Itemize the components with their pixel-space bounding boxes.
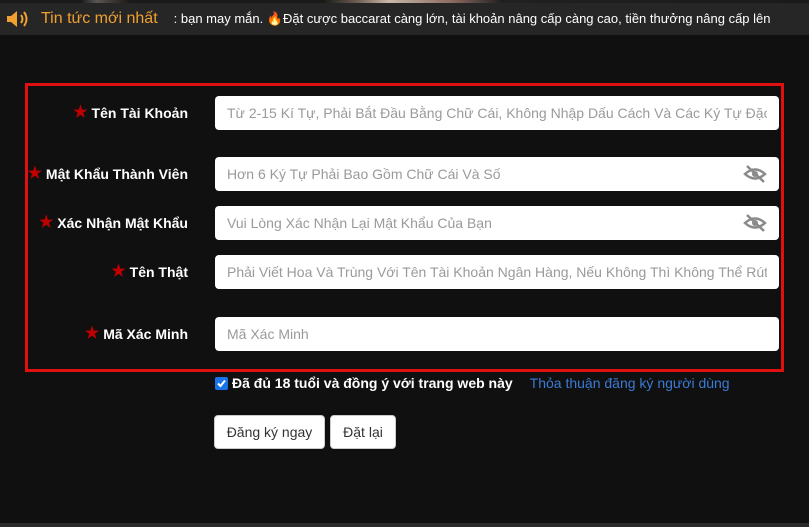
agreement-row: Đã đủ 18 tuổi và đồng ý với trang web nà… (215, 374, 730, 392)
required-star-icon: ★ (27, 165, 42, 182)
required-star-icon: ★ (73, 104, 88, 121)
field-row-real-name: ★ Tên Thật Phải Viết Hoa Và Trùng Với Tê… (28, 255, 781, 289)
field-row-verification-code: ★ Mã Xác Minh Mã Xác Minh (28, 317, 781, 351)
required-star-icon: ★ (38, 214, 54, 231)
field-label: ★ Tên Thật (111, 263, 188, 281)
news-bar: Tin tức mới nhất : bạn may mắn. 🔥Đặt cượ… (0, 3, 809, 35)
confirm-password-input[interactable]: Vui Lòng Xác Nhận Lại Mật Khẩu Của Bạn (215, 206, 779, 240)
field-label: ★ Tên Tài Khoản (73, 104, 188, 122)
username-input[interactable]: Từ 2-15 Kí Tự, Phải Bắt Đầu Bằng Chữ Cái… (215, 96, 779, 130)
bottom-bar (0, 523, 809, 527)
checkmark-icon (217, 379, 226, 387)
registration-form: ★ Tên Tài Khoản Từ 2-15 Kí Tự, Phải Bắt … (25, 83, 784, 372)
field-row-password: ★ Mật Khẩu Thành Viên Hơn 6 Ký Tự Phải B… (28, 157, 781, 191)
field-label: ★ Xác Nhận Mật Khẩu (38, 214, 188, 232)
field-row-username: ★ Tên Tài Khoản Từ 2-15 Kí Tự, Phải Bắt … (28, 96, 781, 130)
real-name-input[interactable]: Phải Viết Hoa Và Trùng Với Tên Tài Khoản… (215, 255, 779, 289)
terms-link[interactable]: Thỏa thuận đăng ký người dùng (530, 375, 730, 391)
agree-checkbox[interactable] (215, 376, 228, 390)
required-star-icon: ★ (111, 263, 126, 280)
reset-button[interactable]: Đặt lại (330, 415, 396, 449)
speaker-icon (5, 9, 35, 29)
eye-slash-icon[interactable] (743, 164, 767, 184)
field-label: ★ Mật Khẩu Thành Viên (27, 165, 188, 183)
verification-code-input[interactable]: Mã Xác Minh (215, 317, 779, 351)
field-label: ★ Mã Xác Minh (84, 325, 188, 343)
eye-slash-icon[interactable] (743, 213, 767, 233)
news-title: Tin tức mới nhất (41, 10, 158, 27)
agreement-text: Đã đủ 18 tuổi và đồng ý với trang web nà… (232, 375, 513, 391)
register-button[interactable]: Đăng ký ngay (214, 415, 325, 449)
field-row-confirm-password: ★ Xác Nhận Mật Khẩu Vui Lòng Xác Nhận Lạ… (28, 206, 781, 240)
required-star-icon: ★ (84, 325, 100, 342)
news-ticker[interactable]: : bạn may mắn. 🔥Đặt cược baccarat càng l… (174, 11, 771, 27)
password-input[interactable]: Hơn 6 Ký Tự Phải Bao Gồm Chữ Cái Và Số (215, 157, 779, 191)
